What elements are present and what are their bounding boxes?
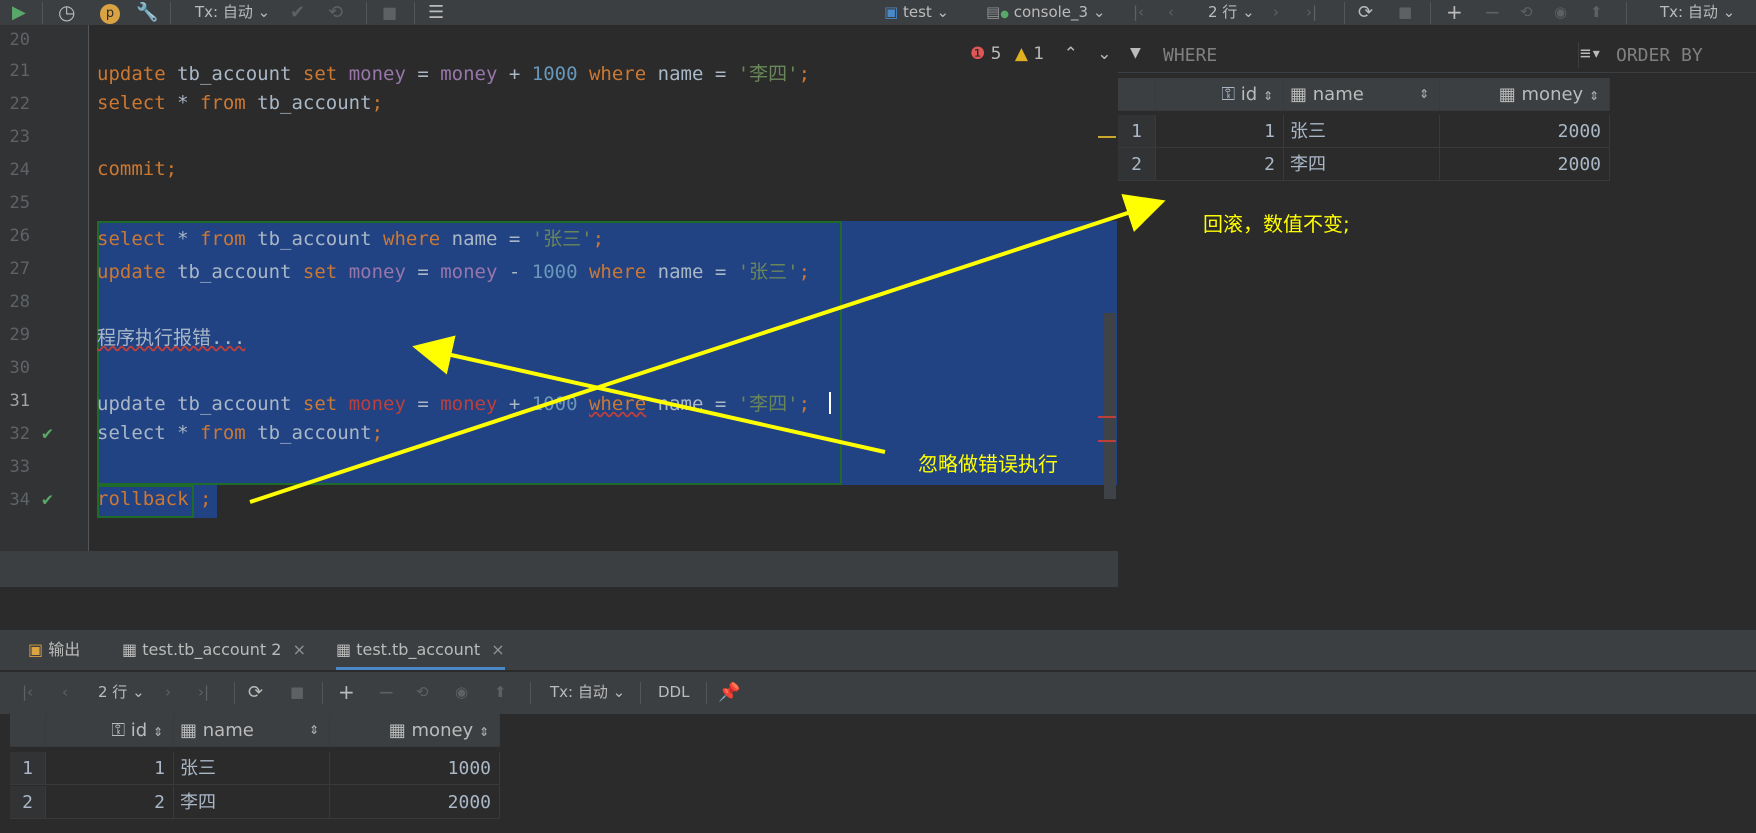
ignore-arrow bbox=[412, 335, 886, 454]
ignore-error-note: 忽略做错误执行 bbox=[918, 452, 1058, 476]
rollback-note: 回滚，数值不变; bbox=[1203, 212, 1350, 236]
annotation-overlay bbox=[249, 194, 1166, 504]
